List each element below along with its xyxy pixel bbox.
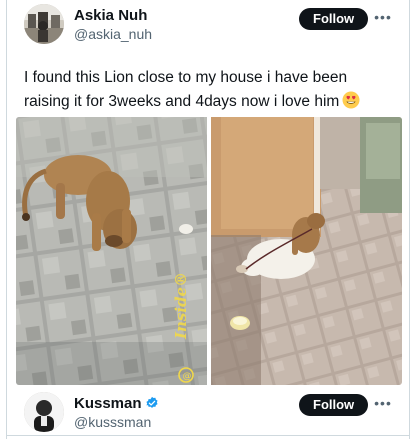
watermark-glyph: @ (183, 372, 192, 382)
user-handle[interactable]: @askia_nuh (74, 25, 152, 43)
next-post-handle[interactable]: @kusssman (74, 413, 159, 431)
avatar-photo (24, 4, 64, 44)
post-text-content: I found this Lion close to my house i ha… (24, 69, 348, 110)
post-frame: Askia Nuh @askia_nuh Follow ••• I found … (6, 0, 410, 439)
right-photo (211, 117, 402, 385)
post-header: Askia Nuh @askia_nuh Follow ••• (24, 4, 396, 46)
watermark-text: Inside® (172, 272, 190, 340)
follow-button[interactable]: Follow (299, 8, 369, 30)
more-horizontal-icon[interactable]: ••• (373, 396, 393, 412)
next-post-user-meta: Kussman @kusssman (74, 395, 159, 431)
more-horizontal-icon[interactable]: ••• (373, 10, 393, 26)
next-post-header: Kussman @kusssman Follow ••• (24, 392, 396, 434)
display-name[interactable]: Askia Nuh (74, 7, 152, 25)
media-photos: Inside® @ (16, 117, 402, 385)
avatar-photo (24, 392, 64, 432)
next-post-display-name[interactable]: Kussman (74, 395, 142, 412)
avatar[interactable] (24, 4, 64, 44)
next-post-follow-button[interactable]: Follow (299, 394, 369, 416)
divider (7, 435, 409, 436)
post-media[interactable]: Inside® @ (16, 117, 402, 385)
next-post-avatar[interactable] (24, 392, 64, 432)
left-photo (16, 117, 207, 385)
next-post-name-line: Kussman (74, 395, 159, 413)
post-text: I found this Lion close to my house i ha… (24, 66, 396, 114)
user-meta: Askia Nuh @askia_nuh (74, 7, 152, 43)
heart-eyes-emoji (342, 91, 360, 109)
verified-badge-icon (145, 396, 158, 408)
